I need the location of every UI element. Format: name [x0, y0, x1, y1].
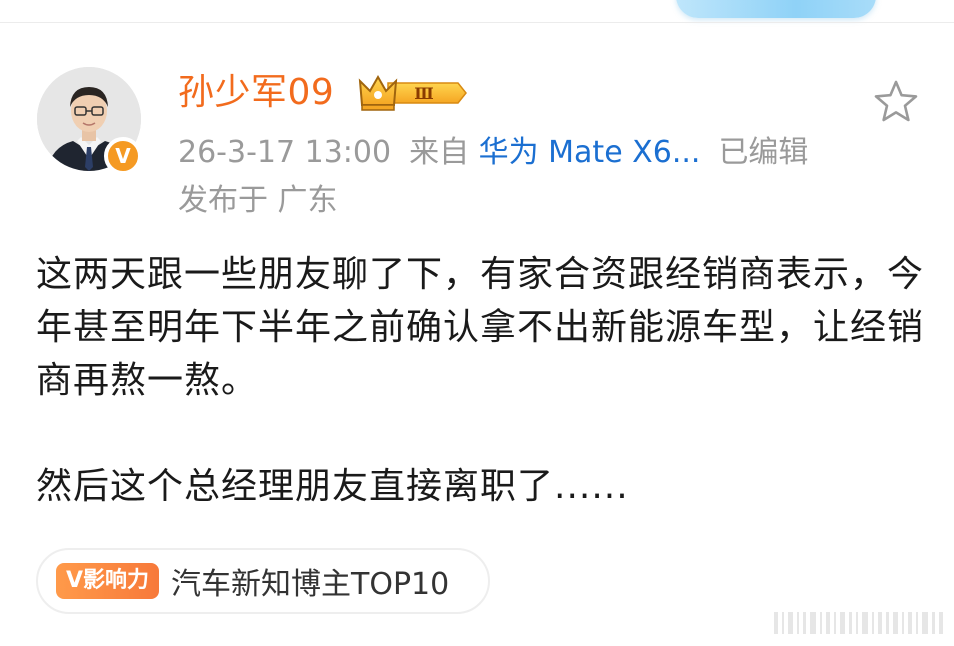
post-paragraph-1: 这两天跟一些朋友聊了下，有家合资跟经销商表示，今年甚至明年下半年之前确认拿不出新… [36, 254, 925, 401]
weibo-post-screen: V 孙少军09 Ⅲ 26-3-17 13:00 来自 华为 Mate X6...… [0, 0, 954, 646]
verified-mark: V [115, 144, 131, 168]
author-name[interactable]: 孙少军09 [178, 70, 334, 116]
post-paragraph-2: 然后这个总经理朋友直接离职了...... [36, 466, 629, 507]
verified-badge-icon: V [104, 137, 142, 175]
influence-tag-button[interactable]: V影响力 汽车新知博主TOP10 [36, 548, 490, 614]
level-text: Ⅲ [414, 84, 433, 103]
post-content: 这两天跟一些朋友聊了下，有家合资跟经销商表示，今年甚至明年下半年之前确认拿不出新… [36, 248, 926, 513]
top-banner-pill[interactable] [676, 0, 876, 18]
post-timestamp: 26-3-17 13:00 [178, 135, 392, 170]
top-divider [0, 22, 954, 23]
from-label: 来自 [409, 135, 470, 170]
edited-label[interactable]: 已编辑 [718, 135, 808, 170]
crown-level-badge[interactable]: Ⅲ [358, 73, 470, 113]
weibo-watermark [774, 612, 943, 634]
crown-icon: Ⅲ [358, 74, 467, 111]
post-meta: 26-3-17 13:00 来自 华为 Mate X6... 已编辑 [178, 132, 808, 174]
influence-badge: V影响力 [56, 563, 160, 599]
device-source-link[interactable]: 华为 Mate X6... [479, 135, 701, 170]
favorite-star-icon[interactable] [872, 78, 920, 126]
post-location: 发布于 广东 [178, 183, 338, 218]
influence-label: 汽车新知博主TOP10 [171, 567, 450, 602]
